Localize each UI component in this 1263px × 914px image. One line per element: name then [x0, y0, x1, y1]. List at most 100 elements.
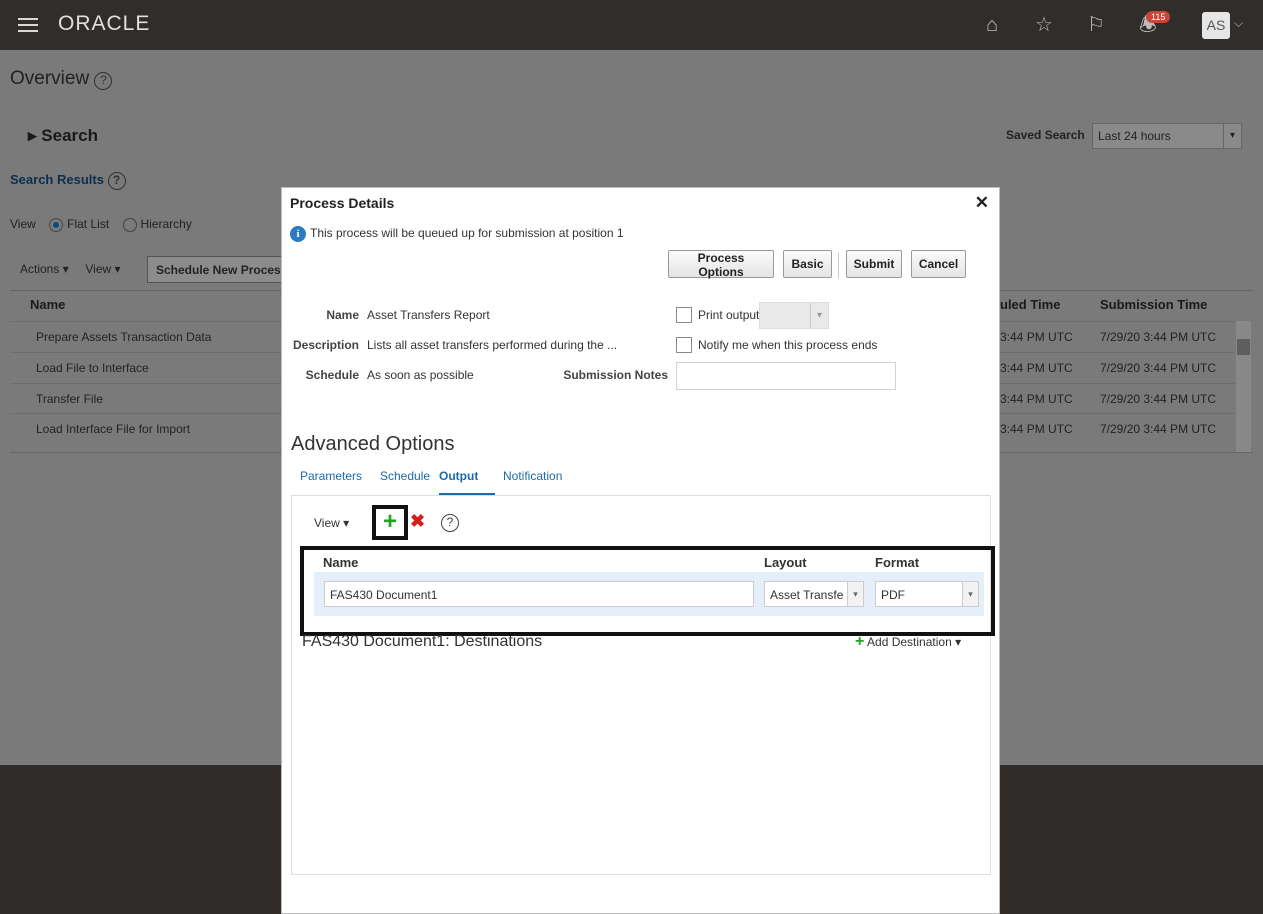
description-label: Description — [292, 338, 359, 352]
add-plus-icon: + — [382, 508, 397, 535]
search-results-heading: Search Results ? — [10, 172, 126, 190]
table-vertical-scrollbar[interactable] — [1236, 321, 1251, 452]
add-output-button[interactable]: + — [372, 505, 408, 540]
add-destination-menu[interactable]: + Add Destination ▾ — [855, 633, 961, 651]
schedule-value: As soon as possible — [367, 368, 474, 382]
help-icon[interactable]: ? — [441, 514, 459, 532]
print-output-label: Print output — [698, 308, 760, 322]
submission-notes-label: Submission Notes — [563, 368, 668, 382]
view-label: View — [10, 217, 36, 231]
info-icon: i — [290, 226, 306, 242]
page-title-text: Overview — [10, 68, 90, 89]
process-options-button[interactable]: Process Options — [668, 250, 774, 279]
output-tab-panel: View ▾ + ✖ ? Name Layout Format FAS430 D… — [291, 495, 995, 875]
saved-search-select[interactable]: Last 24 hours ▾ — [1092, 123, 1242, 149]
user-avatar[interactable]: AS — [1202, 12, 1230, 39]
chevron-down-icon[interactable]: ⌵ — [1234, 16, 1243, 31]
column-header-name[interactable]: Name — [30, 297, 65, 312]
global-header: ORACLE ⌂ ☆ ⚐ 🕭 115 AS ⌵ — [0, 0, 1263, 50]
basic-button[interactable]: Basic — [783, 250, 832, 278]
row-submission-time: 7/29/20 3:44 PM UTC — [1100, 422, 1217, 436]
queue-info-message: i This process will be queued up for subm… — [290, 226, 624, 242]
row-name: Load Interface File for Import — [36, 422, 191, 436]
process-details-dialog: Process Details ✕ i This process will be … — [281, 187, 1000, 914]
tab-notification[interactable]: Notification — [503, 469, 562, 493]
chevron-down-icon: ▾ — [1223, 124, 1241, 148]
delete-x-icon[interactable]: ✖ — [410, 511, 425, 532]
hierarchy-label: Hierarchy — [140, 217, 192, 231]
favorites-star-icon[interactable]: ☆ — [1032, 13, 1056, 37]
search-section-toggle[interactable]: ▸ Search — [28, 126, 98, 146]
printer-select[interactable]: ▾ — [759, 302, 829, 329]
saved-search-label: Saved Search — [1006, 128, 1085, 142]
button-divider — [838, 252, 839, 278]
search-results-label: Search Results — [10, 172, 104, 187]
output-view-menu[interactable]: View ▾ — [314, 516, 349, 530]
help-icon[interactable]: ? — [107, 172, 126, 190]
format-select[interactable]: PDF ▾ — [875, 581, 979, 607]
add-destination-label: Add Destination — [867, 635, 952, 649]
cancel-button[interactable]: Cancel — [911, 250, 966, 278]
output-name-input[interactable]: FAS430 Document1 — [324, 581, 754, 607]
notify-label: Notify me when this process ends — [698, 338, 878, 352]
column-header-format: Format — [875, 555, 920, 570]
column-header-submission-time[interactable]: Submission Time — [1100, 297, 1207, 312]
notify-checkbox[interactable] — [676, 337, 692, 353]
column-header-layout: Layout — [764, 555, 807, 570]
chevron-down-icon: ▾ — [847, 582, 863, 606]
table-row[interactable]: FAS430 Document1 Asset Transfe ▾ PDF ▾ — [314, 572, 984, 616]
row-scheduled-time: 3:44 PM UTC — [1000, 330, 1073, 344]
tab-output[interactable]: Output — [439, 469, 495, 495]
view-menu-label: View — [85, 262, 112, 276]
name-label: Name — [326, 308, 359, 322]
description-value: Lists all asset transfers performed duri… — [367, 338, 618, 352]
expand-triangle-icon: ▸ — [28, 126, 37, 145]
schedule-new-process-button[interactable]: Schedule New Process — [147, 256, 287, 283]
scrollbar-thumb[interactable] — [1237, 339, 1250, 355]
row-name: Transfer File — [36, 392, 103, 406]
navigator-menu-icon[interactable] — [18, 18, 38, 32]
oracle-logo[interactable]: ORACLE — [58, 12, 150, 36]
hierarchy-radio[interactable] — [122, 217, 137, 232]
advanced-options-heading: Advanced Options — [291, 433, 455, 455]
tab-schedule[interactable]: Schedule — [380, 469, 430, 493]
info-message-text: This process will be queued up for submi… — [310, 226, 624, 241]
output-view-label: View — [314, 516, 340, 530]
flat-list-radio[interactable] — [49, 217, 64, 232]
print-output-checkbox[interactable] — [676, 307, 692, 323]
column-header-scheduled-time[interactable]: uled Time — [1000, 297, 1060, 312]
row-name: Prepare Assets Transaction Data — [36, 330, 212, 344]
row-scheduled-time: 3:44 PM UTC — [1000, 422, 1073, 436]
close-icon[interactable]: ✕ — [975, 193, 989, 213]
row-submission-time: 7/29/20 3:44 PM UTC — [1100, 361, 1217, 375]
results-toolbar: Actions ▾ View ▾ — [20, 262, 121, 276]
format-value: PDF — [881, 588, 905, 602]
row-scheduled-time: 3:44 PM UTC — [1000, 361, 1073, 375]
layout-value: Asset Transfe — [770, 588, 844, 602]
row-name: Load File to Interface — [36, 361, 149, 375]
submission-notes-input[interactable] — [676, 362, 896, 390]
chevron-down-icon: ▾ — [962, 582, 978, 606]
layout-select[interactable]: Asset Transfe ▾ — [764, 581, 864, 607]
output-documents-table: Name Layout Format FAS430 Document1 Asse… — [300, 546, 995, 636]
notification-count-badge: 115 — [1146, 11, 1171, 23]
view-menu[interactable]: View ▾ — [85, 262, 120, 276]
actions-menu[interactable]: Actions ▾ — [20, 262, 69, 276]
chevron-down-icon: ▾ — [810, 303, 828, 328]
search-section-label: Search — [41, 126, 98, 145]
column-header-name: Name — [323, 555, 359, 570]
row-submission-time: 7/29/20 3:44 PM UTC — [1100, 392, 1217, 406]
page-title: Overview ? — [10, 68, 113, 90]
destinations-heading: FAS430 Document1: Destinations — [302, 633, 543, 650]
saved-search-value: Last 24 hours — [1098, 129, 1171, 143]
home-icon[interactable]: ⌂ — [980, 13, 1004, 37]
row-scheduled-time: 3:44 PM UTC — [1000, 392, 1073, 406]
dialog-title: Process Details — [290, 195, 395, 211]
help-icon[interactable]: ? — [94, 72, 113, 90]
schedule-label: Schedule — [305, 368, 359, 382]
row-submission-time: 7/29/20 3:44 PM UTC — [1100, 330, 1217, 344]
submit-button[interactable]: Submit — [846, 250, 902, 278]
view-mode-radio-group: View Flat List Hierarchy — [10, 217, 192, 232]
watchlist-flag-icon[interactable]: ⚐ — [1084, 13, 1108, 37]
tab-parameters[interactable]: Parameters — [300, 469, 362, 493]
